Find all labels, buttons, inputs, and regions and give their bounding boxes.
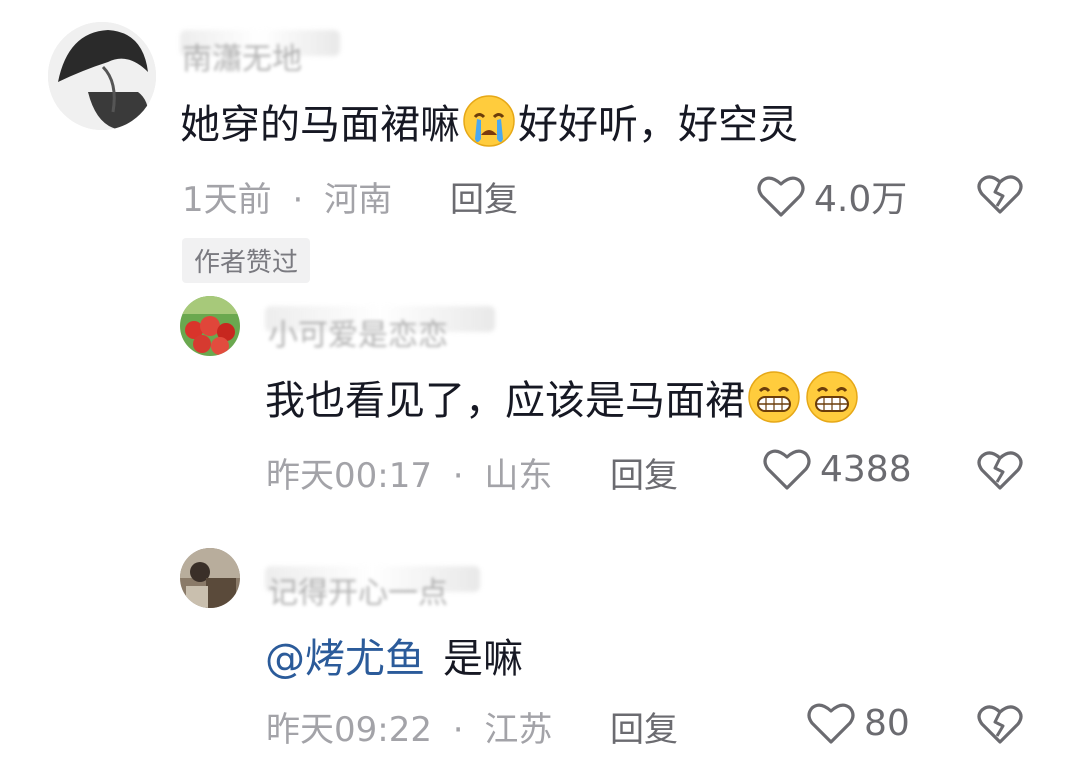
like-count: 4388 — [820, 448, 912, 490]
grinning-face-emoji-icon — [804, 369, 860, 425]
avatar[interactable] — [180, 296, 240, 356]
dislike-button[interactable] — [976, 448, 1024, 492]
author-liked-badge: 作者赞过 — [182, 238, 311, 283]
comment-text-body: 我也看见了，应该是马面裙 — [265, 378, 745, 424]
like-button[interactable]: 4388 — [762, 446, 912, 492]
comment-text: @烤尤鱼 是嘛 — [265, 626, 523, 684]
broken-heart-icon — [977, 705, 1023, 744]
comment-location: 山东 — [484, 456, 553, 496]
dislike-button[interactable] — [976, 172, 1024, 216]
username[interactable]: 记得开心一点 — [268, 568, 448, 612]
username[interactable]: 小可爱是恋恋 — [268, 310, 448, 354]
heart-icon — [756, 173, 806, 219]
comment-text-part1: 她穿的马面裙嘛 — [180, 102, 460, 148]
comment-text: 她穿的马面裙嘛 好好听，好空灵 — [180, 92, 798, 150]
grinning-face-emoji-icon — [746, 369, 802, 425]
username[interactable]: 南瀟无地 — [182, 34, 302, 78]
comment-time: 昨天00:17 — [266, 456, 432, 496]
avatar[interactable] — [48, 22, 156, 130]
like-count: 80 — [864, 702, 910, 744]
avatar[interactable] — [180, 548, 240, 608]
comment-text: 我也看见了，应该是马面裙 — [265, 368, 861, 426]
crying-face-emoji-icon — [461, 93, 517, 149]
comment-location: 江苏 — [484, 710, 553, 750]
mention-link[interactable]: @烤尤鱼 — [265, 626, 425, 684]
comment-time: 1天前 — [182, 180, 272, 220]
comment-text-part2: 好好听，好空灵 — [518, 102, 798, 148]
like-button[interactable]: 4.0万 — [756, 170, 907, 222]
comment-meta: 昨天00:17 · 山东 — [266, 448, 552, 497]
dislike-button[interactable] — [976, 702, 1024, 746]
comment-text-body: 是嘛 — [443, 636, 523, 682]
meta-separator: · — [452, 710, 464, 750]
like-count: 4.0万 — [814, 179, 908, 220]
like-button[interactable]: 80 — [806, 700, 910, 746]
comment-location: 河南 — [324, 180, 393, 220]
comment-meta: 昨天09:22 · 江苏 — [266, 702, 552, 751]
heart-icon — [762, 446, 812, 492]
broken-heart-icon — [977, 175, 1023, 214]
meta-separator: · — [292, 180, 304, 220]
broken-heart-icon — [977, 451, 1023, 490]
reply-button[interactable]: 回复 — [450, 172, 518, 221]
reply-button[interactable]: 回复 — [610, 448, 678, 497]
reply-button[interactable]: 回复 — [610, 702, 678, 751]
meta-separator: · — [452, 456, 464, 496]
comment-meta: 1天前 · 河南 — [182, 172, 392, 221]
heart-icon — [806, 700, 856, 746]
comment-time: 昨天09:22 — [266, 710, 432, 750]
